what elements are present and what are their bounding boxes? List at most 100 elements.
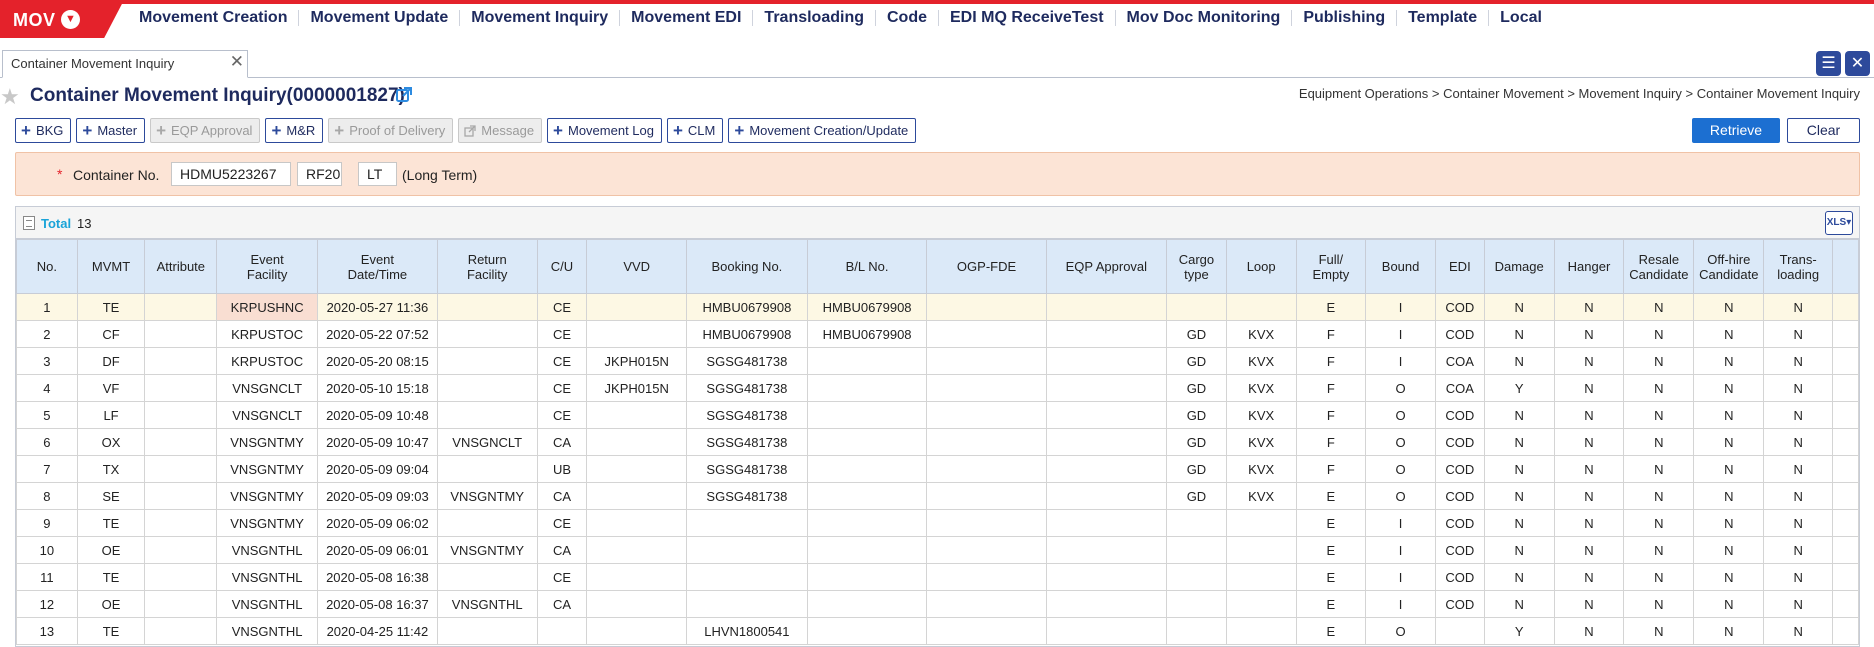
tab-label: Container Movement Inquiry: [11, 56, 175, 71]
table-cell: [1045, 293, 1168, 321]
column-header[interactable]: OGP-FDE: [926, 239, 1047, 294]
menu-item-template[interactable]: Template: [1397, 10, 1490, 26]
menu-item-movement-creation[interactable]: Movement Creation: [128, 10, 300, 26]
column-header[interactable]: Damage: [1483, 239, 1555, 294]
container-no-input[interactable]: HDMU5223267: [171, 162, 291, 186]
movement-creation-update-button[interactable]: + Movement Creation/Update: [728, 118, 917, 143]
column-header[interactable]: Cargo type: [1166, 239, 1227, 294]
column-header[interactable]: EDI: [1434, 239, 1485, 294]
column-header[interactable]: No.: [16, 239, 78, 294]
master-button[interactable]: + Master: [76, 118, 146, 143]
bkg-button[interactable]: + BKG: [15, 118, 72, 143]
column-header[interactable]: Booking No.: [686, 239, 808, 294]
table-row[interactable]: 3 DF KRPUSTOC 2020-05-20 08:15 CE JKPH015N SGS…: [16, 347, 1859, 375]
table-cell: [1045, 320, 1168, 348]
column-header[interactable]: MVMT: [76, 239, 146, 294]
table-row[interactable]: 8 SE VNSGNTMY 2020-05-09 09:03 VNSGNTMY CA SGS…: [16, 482, 1859, 510]
column-header[interactable]: Return Facility: [436, 239, 538, 294]
menu-item-movement-update[interactable]: Movement Update: [299, 10, 461, 26]
column-header[interactable]: Trans- loading: [1763, 239, 1834, 294]
table-cell: COD: [1434, 590, 1485, 618]
table-cell: 13: [16, 617, 78, 645]
external-link-icon[interactable]: [396, 87, 412, 103]
table-cell: N: [1693, 428, 1765, 456]
table-cell: O: [1365, 617, 1436, 645]
table-row[interactable]: 2 CF KRPUSTOC 2020-05-22 07:52 CE HMBU0679908…: [16, 320, 1859, 348]
column-header[interactable]: Resale Candidate: [1623, 239, 1695, 294]
column-header[interactable]: Loop: [1225, 239, 1297, 294]
chevron-down-icon[interactable]: ▼: [61, 10, 80, 29]
table-row[interactable]: 5 LF VNSGNCLT 2020-05-09 10:48 CE SGSG481738 G…: [16, 401, 1859, 429]
menu-item-movement-inquiry[interactable]: Movement Inquiry: [460, 10, 621, 26]
column-header[interactable]: Off-hire Candidate: [1693, 239, 1765, 294]
table-cell: N: [1623, 482, 1695, 510]
table-cell: N: [1553, 563, 1625, 591]
message-button[interactable]: Message: [458, 118, 543, 143]
table-cell: COD: [1434, 320, 1485, 348]
table-row[interactable]: 9 TE VNSGNTMY 2020-05-09 06:02 CE E I COD N N N N N: [16, 509, 1859, 537]
column-header[interactable]: VVD: [586, 239, 688, 294]
table-cell: O: [1365, 401, 1436, 429]
menu-item-code[interactable]: Code: [876, 10, 939, 26]
table-cell: N: [1693, 374, 1765, 402]
table-cell: N: [1483, 320, 1555, 348]
column-header[interactable]: B/L No.: [806, 239, 928, 294]
menu-item-movement-edi[interactable]: Movement EDI: [620, 10, 754, 26]
table-cell: [436, 509, 538, 537]
table-cell: [1166, 293, 1227, 321]
table-cell: [586, 320, 688, 348]
star-icon[interactable]: ★: [0, 84, 20, 110]
table-cell: N: [1763, 320, 1834, 348]
table-row[interactable]: 4 VF VNSGNCLT 2020-05-10 15:18 CE JKPH015N SGS…: [16, 374, 1859, 402]
table-cell-spacer: [1832, 293, 1859, 321]
proof-of-delivery-button[interactable]: + Proof of Delivery: [328, 118, 454, 143]
table-cell: 4: [16, 374, 78, 402]
lease-term-description: (Long Term): [402, 167, 478, 183]
clear-button[interactable]: Clear: [1787, 118, 1860, 143]
column-header[interactable]: C/U: [536, 239, 588, 294]
tab-container-movement-inquiry[interactable]: Container Movement Inquiry ✕: [2, 50, 248, 78]
close-icon[interactable]: ✕: [230, 52, 244, 72]
menu-item-local[interactable]: Local: [1489, 10, 1553, 26]
table-row[interactable]: 7 TX VNSGNTMY 2020-05-09 09:04 UB SGSG481738 G…: [16, 455, 1859, 483]
table-cell: 2020-05-09 09:04: [316, 455, 438, 483]
column-header[interactable]: EQP Approval: [1045, 239, 1168, 294]
table-row[interactable]: 13 TE VNSGNTHL 2020-04-25 11:42 LHVN1800541 E…: [16, 617, 1859, 645]
retrieve-button[interactable]: Retrieve: [1692, 118, 1780, 143]
movement-table: No. MVMT Attribute Event Facility Event Date…: [16, 239, 1859, 645]
table-cell: COD: [1434, 293, 1485, 321]
table-cell: [1045, 563, 1168, 591]
table-cell: N: [1763, 293, 1834, 321]
menu-item-publishing[interactable]: Publishing: [1292, 10, 1398, 26]
column-header[interactable]: Hanger: [1553, 239, 1625, 294]
table-cell-spacer: [1832, 455, 1859, 483]
table-cell: N: [1763, 401, 1834, 429]
column-header[interactable]: Event Date/Time: [316, 239, 438, 294]
movement-log-button[interactable]: + Movement Log: [547, 118, 662, 143]
clm-button[interactable]: + CLM: [666, 118, 724, 143]
table-cell: N: [1553, 401, 1625, 429]
menu-item-transloading[interactable]: Transloading: [753, 10, 876, 26]
close-icon[interactable]: ✕: [1845, 51, 1870, 76]
menu-item-mov-doc-monitoring[interactable]: Mov Doc Monitoring: [1116, 10, 1293, 26]
table-row[interactable]: 11 TE VNSGNTHL 2020-05-08 16:38 CE E I COD N N N N N: [16, 563, 1859, 591]
menu-item-edi-mq-receivetest[interactable]: EDI MQ ReceiveTest: [939, 10, 1116, 26]
column-header[interactable]: Full/ Empty: [1295, 239, 1367, 294]
table-cell: N: [1693, 455, 1765, 483]
table-cell: [806, 347, 928, 375]
menu-icon[interactable]: ☰: [1816, 51, 1841, 76]
column-header[interactable]: Event Facility: [216, 239, 318, 294]
table-cell: [586, 428, 688, 456]
table-row[interactable]: 10 OE VNSGNTHL 2020-05-09 06:01 VNSGNTMY CA E I…: [16, 536, 1859, 564]
table-row[interactable]: 1 TE KRPUSHNC 2020-05-27 11:36 CE HMBU0679908…: [16, 293, 1859, 321]
table-cell-spacer: [1832, 482, 1859, 510]
table-row[interactable]: 12 OE VNSGNTHL 2020-05-08 16:37 VNSGNTHL CA E I…: [16, 590, 1859, 618]
eqp-approval-button[interactable]: + EQP Approval: [150, 118, 261, 143]
excel-export-icon[interactable]: XLS▾: [1825, 211, 1853, 235]
m-and-r-button[interactable]: + M&R: [265, 118, 324, 143]
table-row[interactable]: 6 OX VNSGNTMY 2020-05-09 10:47 VNSGNCLT CA SGS…: [16, 428, 1859, 456]
column-header[interactable]: Bound: [1365, 239, 1436, 294]
table-cell: N: [1763, 617, 1834, 645]
column-header[interactable]: Attribute: [144, 239, 218, 294]
table-cell: GD: [1166, 482, 1227, 510]
